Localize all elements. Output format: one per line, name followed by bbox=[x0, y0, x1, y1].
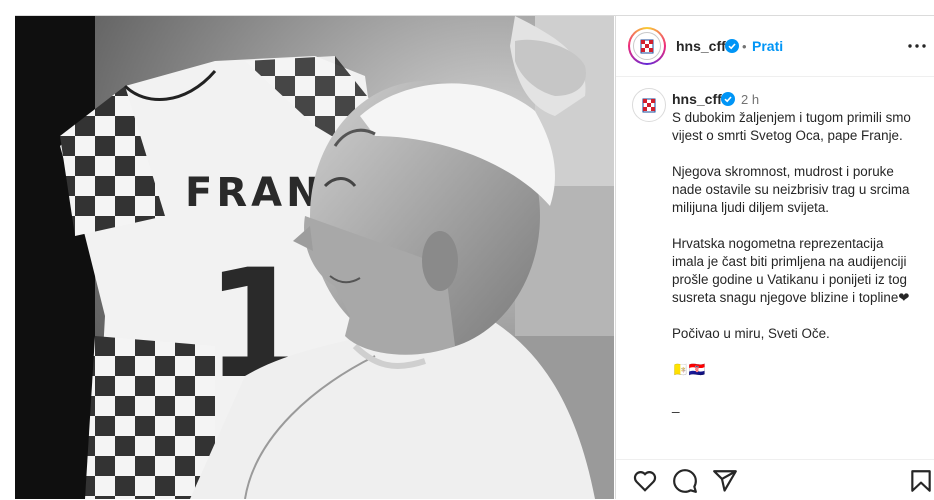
caption-text: S dubokim žaljenjem i tugom primili smo … bbox=[672, 109, 912, 433]
caption-paragraph: _ bbox=[672, 398, 680, 413]
photo-pope-with-jersey: FRANJO 1 bbox=[15, 16, 614, 499]
post-sidebar: hns_cff • Prati hns_cff 2 h S dubokim ža… bbox=[615, 16, 934, 499]
header-username[interactable]: hns_cff bbox=[676, 38, 726, 54]
verified-badge-icon bbox=[721, 92, 735, 106]
post-dialog: FRANJO 1 hns_cff • Prati hns_cff 2 h S d… bbox=[15, 15, 934, 499]
comment-icon[interactable] bbox=[672, 468, 698, 494]
post-image[interactable]: FRANJO 1 bbox=[15, 16, 614, 499]
caption-paragraph: Počivao u miru, Sveti Oče. bbox=[672, 326, 830, 341]
caption-paragraph: Hrvatska nogometna reprezentacija imala … bbox=[672, 236, 910, 305]
caption-avatar[interactable] bbox=[632, 88, 666, 122]
caption-username[interactable]: hns_cff bbox=[672, 91, 722, 107]
page-top-strip bbox=[0, 0, 934, 15]
verified-badge-icon bbox=[725, 39, 739, 53]
profile-avatar[interactable] bbox=[628, 27, 666, 65]
hns-crest-icon bbox=[633, 32, 661, 60]
heart-icon[interactable] bbox=[632, 468, 658, 494]
caption-flags: 󠁧󠁢󠁥󠁮󠁧󠁿🇻🇦🇭🇷 bbox=[672, 362, 706, 377]
share-icon[interactable] bbox=[712, 468, 738, 494]
header-separator: • bbox=[742, 39, 747, 54]
caption-section: hns_cff 2 h S dubokim žaljenjem i tugom … bbox=[616, 77, 934, 457]
caption-paragraph: Njegova skromnost, mudrost i poruke nade… bbox=[672, 164, 910, 215]
post-actions-bar bbox=[616, 459, 934, 500]
hns-crest-small-icon bbox=[642, 98, 656, 113]
follow-button[interactable]: Prati bbox=[752, 38, 783, 54]
save-bookmark-icon[interactable] bbox=[908, 468, 934, 494]
post-time[interactable]: 2 h bbox=[741, 92, 759, 107]
more-options-icon[interactable] bbox=[905, 34, 929, 58]
caption-paragraph: S dubokim žaljenjem i tugom primili smo … bbox=[672, 110, 911, 143]
post-header: hns_cff • Prati bbox=[616, 16, 934, 77]
